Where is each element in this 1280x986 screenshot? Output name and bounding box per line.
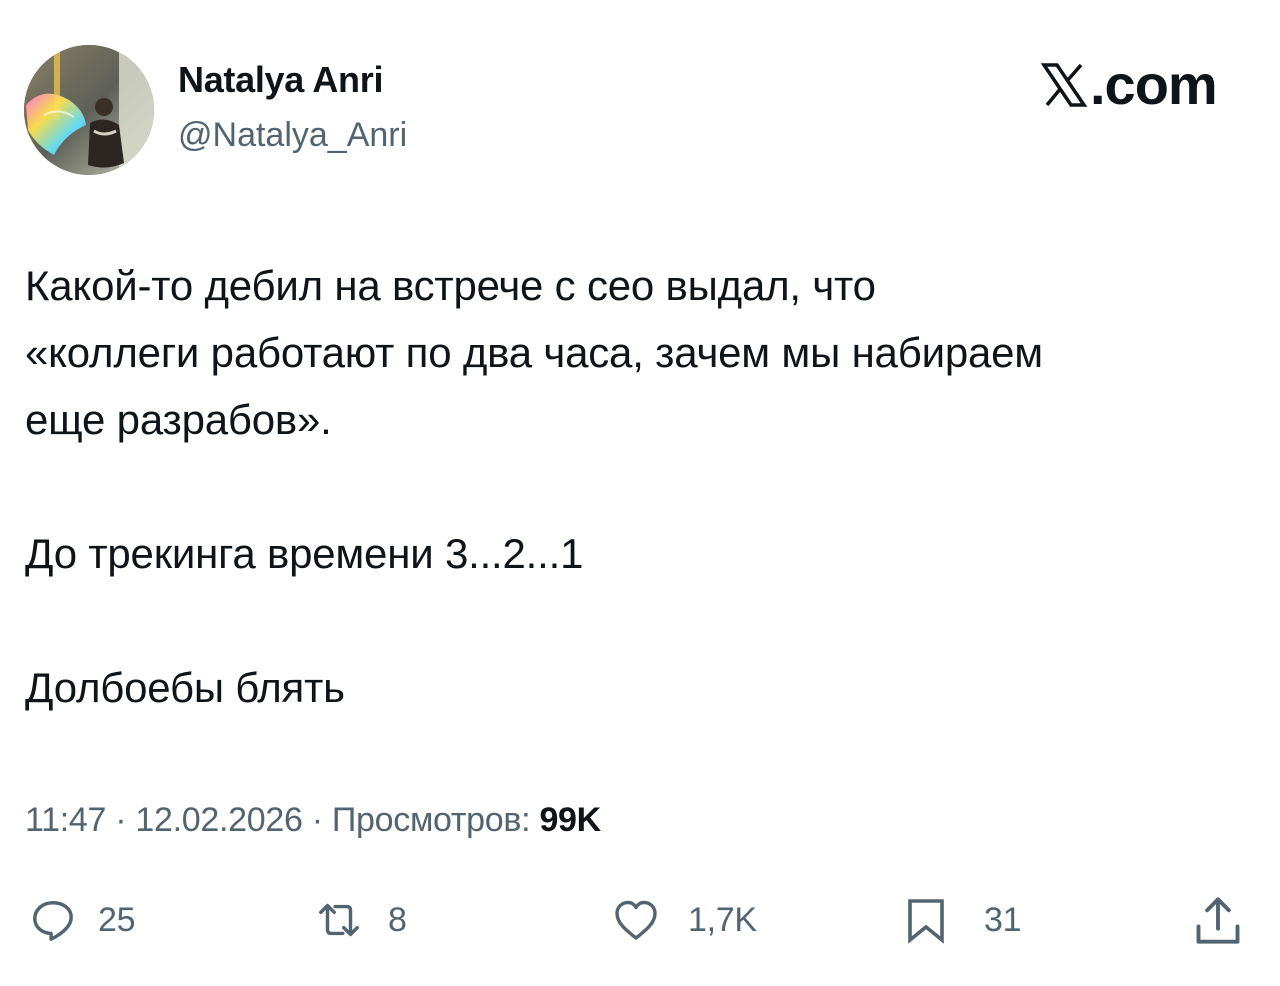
- tweet-time[interactable]: 11:47: [25, 801, 106, 839]
- bookmark-button[interactable]: 31: [902, 890, 1022, 950]
- meta-separator: ·: [302, 801, 332, 839]
- reply-button[interactable]: 25: [30, 890, 136, 950]
- views-count: 99K: [539, 801, 601, 839]
- avatar[interactable]: [24, 45, 154, 175]
- repost-count: 8: [388, 900, 407, 939]
- tweet-line: Долбоебы блять: [25, 664, 345, 711]
- bookmark-count: 31: [984, 900, 1022, 939]
- profile-photo-image: [24, 45, 154, 175]
- heart-icon: [615, 900, 657, 940]
- repost-button[interactable]: 8: [310, 890, 407, 950]
- display-name[interactable]: Natalya Anri: [178, 62, 383, 98]
- like-button[interactable]: 1,7K: [610, 890, 757, 950]
- share-button[interactable]: [1192, 890, 1244, 950]
- share-icon: [1196, 897, 1240, 944]
- tweet-line: еще разрабов».: [25, 396, 332, 443]
- brand-domain: .com: [1090, 53, 1218, 116]
- bookmark-icon: [908, 899, 944, 944]
- views-label: Просмотров:: [331, 801, 540, 839]
- brand-watermark: .com: [1040, 53, 1218, 116]
- action-bar: 25 8 1,7K 31: [0, 890, 1280, 950]
- meta-separator: ·: [106, 801, 136, 839]
- user-handle[interactable]: @Natalya_Anri: [178, 118, 407, 152]
- tweet-text: Какой-то дебил на встрече с сео выдал, ч…: [25, 252, 1265, 721]
- tweet-line: «коллеги работают по два часа, зачем мы …: [25, 329, 1043, 376]
- reply-count: 25: [98, 900, 136, 939]
- tweet-line: Какой-то дебил на встрече с сео выдал, ч…: [25, 262, 876, 309]
- tweet-date[interactable]: 12.02.2026: [135, 801, 302, 839]
- like-count: 1,7K: [688, 900, 757, 939]
- tweet-line: До трекинга времени 3...2...1: [25, 530, 584, 577]
- reply-icon: [33, 901, 73, 941]
- repost-icon: [319, 903, 359, 937]
- x-logo-icon: [1040, 63, 1088, 107]
- tweet-meta: 11:47 · 12.02.2026 · Просмотров: 99K: [25, 798, 601, 842]
